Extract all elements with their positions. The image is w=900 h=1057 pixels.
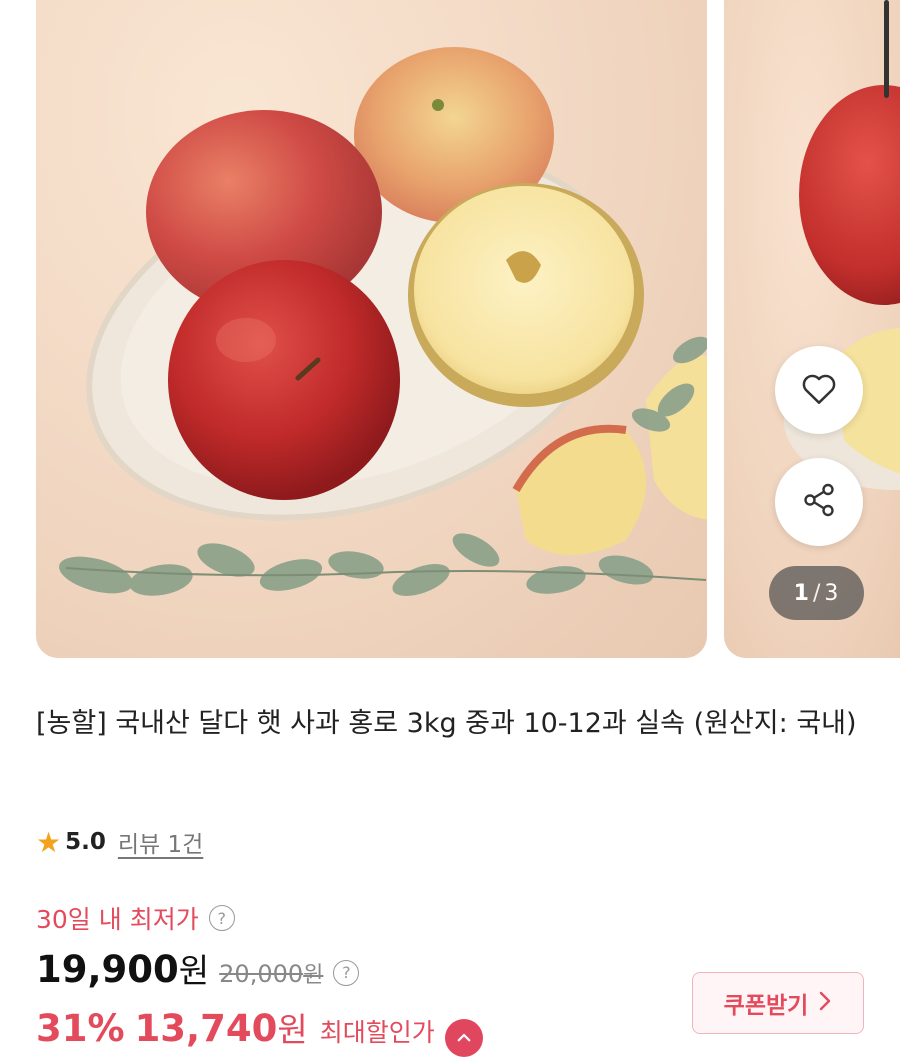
sale-price-unit: 원: [178, 951, 210, 990]
review-count-link[interactable]: 리뷰 1건: [118, 825, 203, 859]
discount-price: 13,740: [134, 1007, 278, 1050]
discount-price-unit: 원: [277, 1010, 308, 1049]
image-counter-total: 3: [824, 580, 840, 606]
chevron-up-icon[interactable]: [444, 1019, 483, 1057]
rating-score: 5.0: [65, 829, 106, 855]
price-help-icon[interactable]: ?: [333, 959, 360, 986]
get-coupon-button[interactable]: 쿠폰받기: [692, 972, 864, 1034]
image-counter-current: 1: [793, 580, 810, 606]
scroll-indicator: [884, 0, 889, 98]
original-price: 20,000: [219, 960, 304, 988]
wishlist-button[interactable]: [775, 346, 863, 434]
max-discount-label: 최대할인가: [319, 1018, 435, 1047]
lowest-price-label-row: 30일 내 최저가 ?: [36, 900, 235, 936]
share-icon: [801, 482, 837, 522]
help-icon[interactable]: ?: [208, 905, 235, 931]
sale-price: 19,900: [36, 948, 179, 991]
original-price-unit: 원: [303, 963, 324, 988]
chevron-right-icon: [818, 990, 832, 1016]
product-image-main[interactable]: [36, 0, 707, 658]
lowest-price-label: 30일 내 최저가: [36, 905, 199, 934]
image-counter-separator: /: [812, 580, 822, 606]
price-row: 19,900 원 20,000 원 ?: [36, 944, 360, 992]
discount-percent: 31%: [36, 1007, 125, 1050]
image-gallery[interactable]: 1 / 3: [0, 0, 900, 660]
apples-photo: [59, 47, 707, 596]
apples-photo-next: [784, 85, 900, 490]
discount-row: 31% 13,740 원 최대할인가: [36, 1003, 483, 1057]
get-coupon-label: 쿠폰받기: [723, 993, 809, 1019]
product-title: [농할] 국내산 달다 햇 사과 홍로 3kg 중과 10-12과 실속 (원산…: [36, 708, 857, 739]
rating-row: ★ 5.0 리뷰 1건: [36, 824, 203, 860]
heart-icon: [800, 371, 838, 409]
star-icon: ★: [36, 825, 62, 859]
share-button[interactable]: [775, 458, 863, 546]
product-image-next[interactable]: [724, 0, 900, 658]
image-counter: 1 / 3: [769, 566, 864, 620]
